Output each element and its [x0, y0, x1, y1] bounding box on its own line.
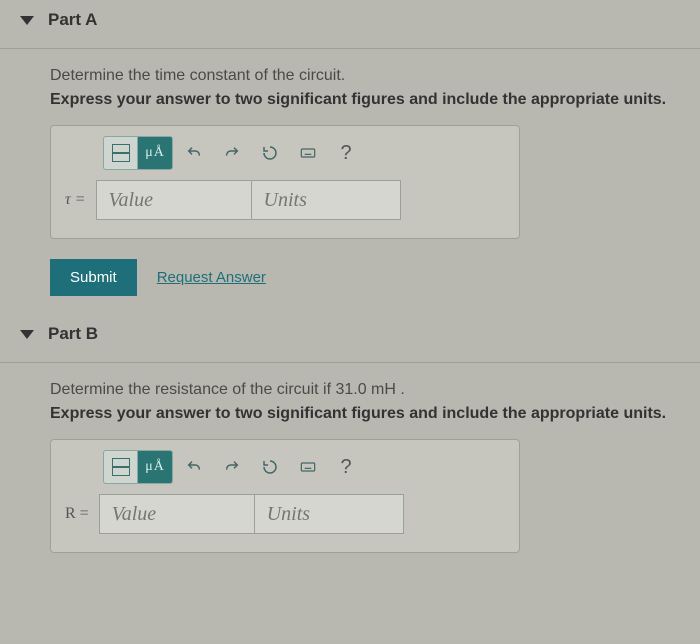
part-b-header[interactable]: Part B — [0, 314, 700, 354]
part-b-variable: R = — [65, 505, 89, 523]
redo-icon — [224, 145, 240, 161]
undo-button[interactable] — [177, 137, 211, 169]
part-b-instruction: Express your answer to two significant f… — [50, 405, 680, 423]
fraction-icon — [112, 458, 130, 476]
part-a-actions: Submit Request Answer — [50, 259, 680, 296]
help-label: ? — [340, 456, 351, 479]
part-a-prompt: Determine the time constant of the circu… — [50, 67, 680, 85]
part-b-title: Part B — [48, 324, 98, 344]
format-group: μÅ — [103, 450, 173, 484]
mu-a-label: μÅ — [145, 145, 165, 161]
redo-icon — [224, 459, 240, 475]
part-a-title: Part A — [48, 10, 97, 30]
redo-button[interactable] — [215, 451, 249, 483]
request-answer-link[interactable]: Request Answer — [157, 269, 266, 286]
help-button[interactable]: ? — [329, 137, 363, 169]
redo-button[interactable] — [215, 137, 249, 169]
reset-button[interactable] — [253, 451, 287, 483]
part-b-toolbar: μÅ ? — [103, 450, 505, 484]
template-button[interactable] — [104, 451, 138, 483]
part-b-body: Determine the resistance of the circuit … — [0, 365, 700, 553]
reset-button[interactable] — [253, 137, 287, 169]
part-b-answer-row: R = — [65, 494, 505, 534]
undo-icon — [186, 145, 202, 161]
part-a-answer-row: τ = — [65, 180, 505, 220]
part-b-prompt: Determine the resistance of the circuit … — [50, 381, 680, 399]
divider — [0, 362, 700, 363]
keyboard-button[interactable] — [291, 451, 325, 483]
format-group: μÅ — [103, 136, 173, 170]
part-a-body: Determine the time constant of the circu… — [0, 51, 700, 314]
reset-icon — [262, 459, 278, 475]
reset-icon — [262, 145, 278, 161]
part-b-units-input[interactable] — [254, 494, 404, 534]
help-button[interactable]: ? — [329, 451, 363, 483]
divider — [0, 48, 700, 49]
units-symbol-button[interactable]: μÅ — [138, 451, 172, 483]
template-button[interactable] — [104, 137, 138, 169]
caret-down-icon — [20, 16, 34, 25]
undo-icon — [186, 459, 202, 475]
keyboard-button[interactable] — [291, 137, 325, 169]
part-b-answer-box: μÅ ? R = — [50, 439, 520, 553]
part-a-value-input[interactable] — [96, 180, 251, 220]
caret-down-icon — [20, 330, 34, 339]
mu-a-label: μÅ — [145, 459, 165, 475]
part-a-instruction: Express your answer to two significant f… — [50, 91, 680, 109]
part-a-toolbar: μÅ ? — [103, 136, 505, 170]
fraction-icon — [112, 144, 130, 162]
keyboard-icon — [300, 459, 316, 475]
submit-button[interactable]: Submit — [50, 259, 137, 296]
undo-button[interactable] — [177, 451, 211, 483]
part-a-units-input[interactable] — [251, 180, 401, 220]
part-a-header[interactable]: Part A — [0, 0, 700, 40]
part-a-answer-box: μÅ ? τ = — [50, 125, 520, 239]
units-symbol-button[interactable]: μÅ — [138, 137, 172, 169]
part-b-value-input[interactable] — [99, 494, 254, 534]
help-label: ? — [340, 142, 351, 165]
part-a-variable: τ = — [65, 191, 86, 209]
keyboard-icon — [300, 145, 316, 161]
